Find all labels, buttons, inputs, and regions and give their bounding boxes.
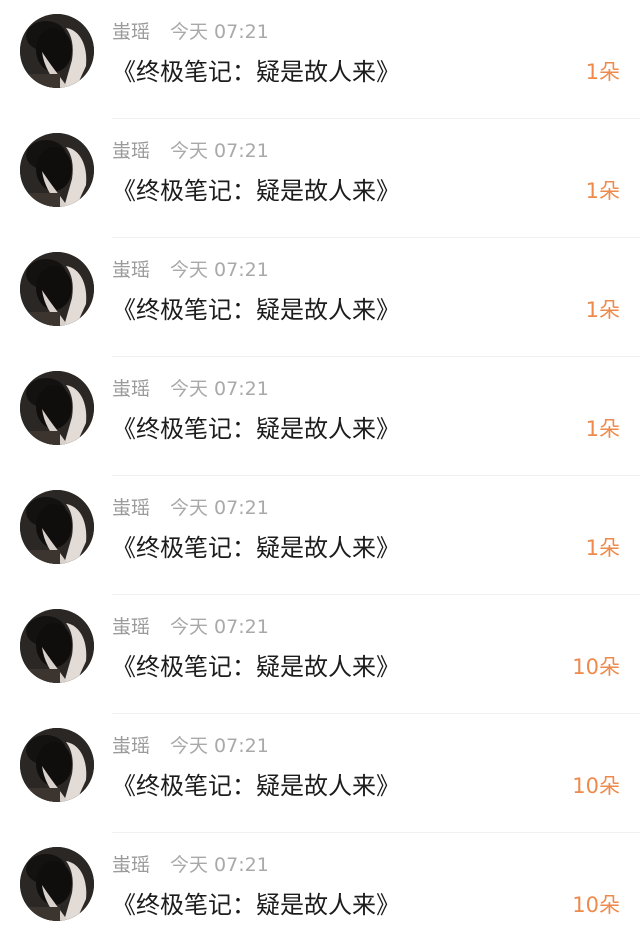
comment-item[interactable]: 蚩瑶 今天 07:21 《终极笔记：疑是故人来》 10朵 bbox=[0, 595, 640, 714]
comment-timestamp: 今天 07:21 bbox=[170, 378, 269, 400]
comment-item[interactable]: 蚩瑶 今天 07:21 《终极笔记：疑是故人来》 1朵 bbox=[0, 238, 640, 357]
comment-author-name[interactable]: 蚩瑶 bbox=[112, 139, 150, 163]
avatar-photo-icon bbox=[20, 847, 94, 921]
flower-gift-count: 10朵 bbox=[572, 655, 620, 679]
comment-list: 蚩瑶 今天 07:21 《终极笔记：疑是故人来》 1朵 蚩瑶 今天 07:21 … bbox=[0, 0, 640, 944]
comment-item[interactable]: 蚩瑶 今天 07:21 《终极笔记：疑是故人来》 10朵 bbox=[0, 714, 640, 833]
flower-gift-count: 1朵 bbox=[585, 298, 620, 322]
comment-item[interactable]: 蚩瑶 今天 07:21 《终极笔记：疑是故人来》 10朵 bbox=[0, 833, 640, 952]
comment-item[interactable]: 蚩瑶 今天 07:21 《终极笔记：疑是故人来》 1朵 bbox=[0, 119, 640, 238]
avatar-photo-icon bbox=[20, 371, 94, 445]
comment-content: 《终极笔记：疑是故人来》 bbox=[112, 415, 400, 443]
comment-author-name[interactable]: 蚩瑶 bbox=[112, 615, 150, 639]
comment-timestamp: 今天 07:21 bbox=[170, 21, 269, 43]
user-avatar[interactable] bbox=[20, 847, 94, 921]
comment-content: 《终极笔记：疑是故人来》 bbox=[112, 177, 400, 205]
comment-author-name[interactable]: 蚩瑶 bbox=[112, 20, 150, 44]
user-avatar[interactable] bbox=[20, 14, 94, 88]
comment-content: 《终极笔记：疑是故人来》 bbox=[112, 891, 400, 919]
comment-content: 《终极笔记：疑是故人来》 bbox=[112, 653, 400, 681]
flower-gift-count: 1朵 bbox=[585, 417, 620, 441]
user-avatar[interactable] bbox=[20, 609, 94, 683]
comment-author-name[interactable]: 蚩瑶 bbox=[112, 853, 150, 877]
user-avatar[interactable] bbox=[20, 728, 94, 802]
comment-author-name[interactable]: 蚩瑶 bbox=[112, 377, 150, 401]
avatar-photo-icon bbox=[20, 609, 94, 683]
user-avatar[interactable] bbox=[20, 371, 94, 445]
comment-item[interactable]: 蚩瑶 今天 07:21 《终极笔记：疑是故人来》 1朵 bbox=[0, 357, 640, 476]
comment-author-name[interactable]: 蚩瑶 bbox=[112, 258, 150, 282]
comment-author-name[interactable]: 蚩瑶 bbox=[112, 496, 150, 520]
comment-timestamp: 今天 07:21 bbox=[170, 735, 269, 757]
flower-gift-count: 1朵 bbox=[585, 536, 620, 560]
comment-timestamp: 今天 07:21 bbox=[170, 497, 269, 519]
comment-timestamp: 今天 07:21 bbox=[170, 854, 269, 876]
flower-gift-count: 10朵 bbox=[572, 893, 620, 917]
comment-timestamp: 今天 07:21 bbox=[170, 259, 269, 281]
flower-gift-count: 10朵 bbox=[572, 774, 620, 798]
comment-item[interactable]: 蚩瑶 今天 07:21 《终极笔记：疑是故人来》 1朵 bbox=[0, 476, 640, 595]
comment-timestamp: 今天 07:21 bbox=[170, 616, 269, 638]
comment-content: 《终极笔记：疑是故人来》 bbox=[112, 772, 400, 800]
avatar-photo-icon bbox=[20, 133, 94, 207]
avatar-photo-icon bbox=[20, 252, 94, 326]
comment-content: 《终极笔记：疑是故人来》 bbox=[112, 296, 400, 324]
avatar-photo-icon bbox=[20, 14, 94, 88]
avatar-photo-icon bbox=[20, 490, 94, 564]
user-avatar[interactable] bbox=[20, 490, 94, 564]
comment-content: 《终极笔记：疑是故人来》 bbox=[112, 58, 400, 86]
comment-item[interactable]: 蚩瑶 今天 07:21 《终极笔记：疑是故人来》 1朵 bbox=[0, 0, 640, 119]
flower-gift-count: 1朵 bbox=[585, 60, 620, 84]
user-avatar[interactable] bbox=[20, 133, 94, 207]
comment-author-name[interactable]: 蚩瑶 bbox=[112, 734, 150, 758]
flower-gift-count: 1朵 bbox=[585, 179, 620, 203]
comment-timestamp: 今天 07:21 bbox=[170, 140, 269, 162]
user-avatar[interactable] bbox=[20, 252, 94, 326]
avatar-photo-icon bbox=[20, 728, 94, 802]
comment-content: 《终极笔记：疑是故人来》 bbox=[112, 534, 400, 562]
